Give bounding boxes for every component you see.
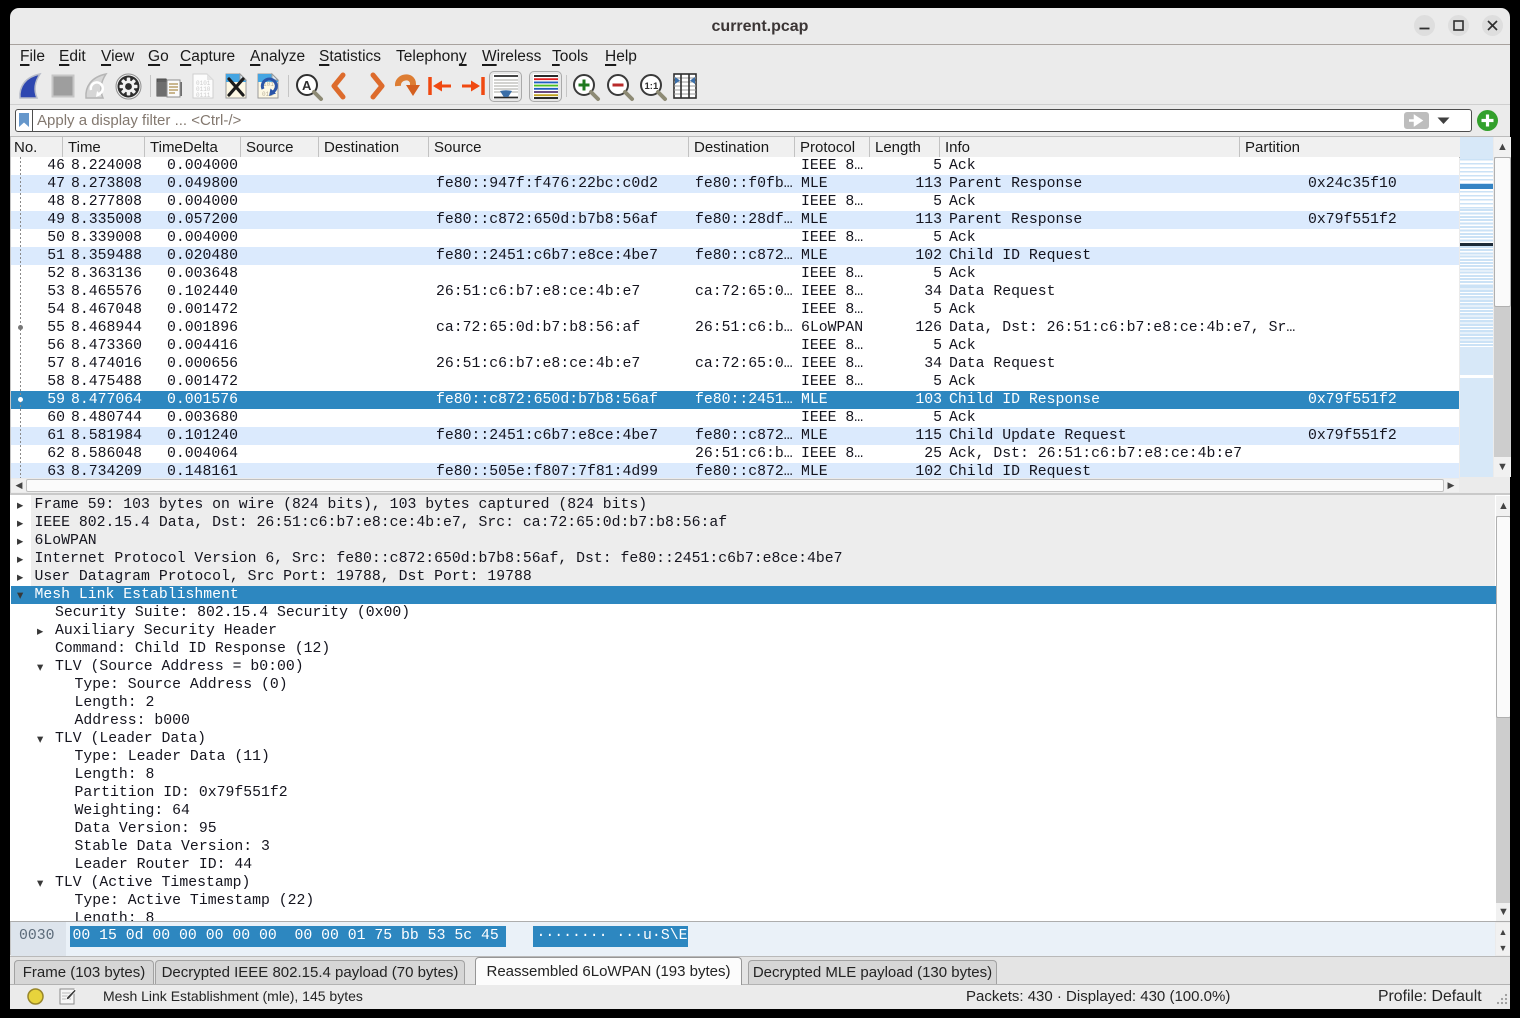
svg-text:A: A [302, 78, 312, 93]
svg-text:0111: 0111 [196, 92, 211, 99]
svg-text:1:1: 1:1 [645, 81, 659, 92]
